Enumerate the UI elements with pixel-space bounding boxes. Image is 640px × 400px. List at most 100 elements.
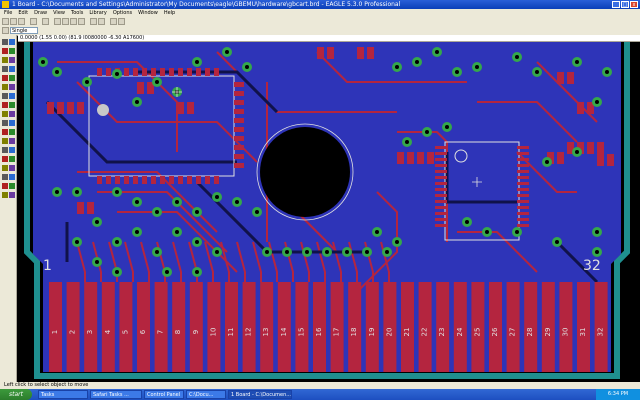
taskbar-item[interactable]: Safari Tasks ...: [90, 390, 142, 399]
taskbar-item-active[interactable]: 1 Board - C:\Documen...: [228, 390, 292, 399]
command-tool-icon[interactable]: [2, 165, 8, 171]
menu-library[interactable]: Library: [89, 9, 106, 17]
taskbar-item[interactable]: Control Panel: [144, 390, 184, 399]
undo-icon[interactable]: [90, 18, 97, 25]
command-tool-icon[interactable]: [9, 111, 15, 117]
stop-icon[interactable]: [110, 18, 117, 25]
edge-pad-number: 32: [597, 328, 605, 337]
via-drill: [305, 250, 309, 254]
command-tool-icon[interactable]: [9, 156, 15, 162]
pcb-layout[interactable]: 1 2 3 4 5 6 7 8 9 10 11 12 13 14 15 16 17 18 19 20 21 22 23 24 2…: [17, 42, 640, 382]
edge-pad-number: 8: [174, 330, 182, 334]
command-tool-icon[interactable]: [2, 57, 8, 63]
via-drill: [215, 250, 219, 254]
taskbar-item[interactable]: Tasks: [38, 390, 88, 399]
command-tool-icon[interactable]: [9, 138, 15, 144]
edge-pad-number: 30: [561, 328, 569, 337]
print-icon[interactable]: [18, 18, 25, 25]
via-drill: [95, 260, 99, 264]
via-drill: [155, 80, 159, 84]
command-tool-icon[interactable]: [9, 93, 15, 99]
via-drill: [605, 70, 609, 74]
eagle-app-icon: [2, 1, 9, 8]
command-tool-icon[interactable]: [9, 84, 15, 90]
command-tool-icon[interactable]: [2, 174, 8, 180]
via-drill: [545, 160, 549, 164]
start-button[interactable]: start: [0, 389, 32, 400]
ic-pin: [106, 68, 111, 76]
smd-pad: [597, 142, 604, 154]
command-tool-icon[interactable]: [9, 48, 15, 54]
minimize-button[interactable]: _: [612, 1, 620, 8]
redraw-icon[interactable]: [78, 18, 85, 25]
zoom-out-icon[interactable]: [70, 18, 77, 25]
edge-pad-number: 12: [245, 328, 253, 337]
ic-pin: [517, 224, 529, 227]
grid-select[interactable]: Single: [10, 27, 38, 34]
save-icon[interactable]: [10, 18, 17, 25]
board-canvas[interactable]: 1 2 3 4 5 6 7 8 9 10 11 12 13 14 15 16 17 18 19 20 21 22 23 24 2…: [17, 42, 640, 382]
go-icon[interactable]: [118, 18, 125, 25]
pin1-marker: [97, 104, 109, 116]
command-tool-icon[interactable]: [2, 156, 8, 162]
cam-icon[interactable]: [30, 18, 37, 25]
command-tool-icon[interactable]: [2, 39, 8, 45]
menu-options[interactable]: Options: [113, 9, 132, 17]
command-tool-icon[interactable]: [2, 93, 8, 99]
command-tool-icon[interactable]: [2, 84, 8, 90]
command-tool-icon[interactable]: [2, 111, 8, 117]
via-drill: [435, 50, 439, 54]
command-tool-icon[interactable]: [9, 192, 15, 198]
via-drill: [455, 70, 459, 74]
menu-tools[interactable]: Tools: [71, 9, 83, 17]
command-tool-icon[interactable]: [9, 102, 15, 108]
via-drill: [165, 270, 169, 274]
zoom-in-icon[interactable]: [62, 18, 69, 25]
command-tool-icon[interactable]: [9, 183, 15, 189]
menu-file[interactable]: File: [4, 9, 12, 17]
command-tool-icon[interactable]: [2, 75, 8, 81]
open-icon[interactable]: [2, 18, 9, 25]
command-tool-icon[interactable]: [2, 48, 8, 54]
command-tool-icon[interactable]: [9, 57, 15, 63]
command-tool-icon[interactable]: [9, 147, 15, 153]
ic-pin: [517, 170, 529, 173]
edge-pad: [295, 282, 309, 372]
command-tool-icon[interactable]: [2, 102, 8, 108]
command-tool-icon[interactable]: [2, 183, 8, 189]
close-button[interactable]: x: [630, 1, 638, 8]
edge-pad-number: 28: [526, 328, 534, 337]
menu-window[interactable]: Window: [138, 9, 158, 17]
via-drill: [405, 140, 409, 144]
board-icon[interactable]: [42, 18, 49, 25]
menu-draw[interactable]: Draw: [34, 9, 47, 17]
command-tool-icon[interactable]: [2, 147, 8, 153]
command-tool-icon[interactable]: [9, 174, 15, 180]
via-drill: [215, 195, 219, 199]
menu-help[interactable]: Help: [164, 9, 175, 17]
zoom-fit-icon[interactable]: [54, 18, 61, 25]
command-tool-icon[interactable]: [9, 129, 15, 135]
edge-pad-number: 13: [262, 328, 270, 337]
via-drill: [365, 250, 369, 254]
maximize-button[interactable]: □: [621, 1, 629, 8]
command-tool-icon[interactable]: [2, 138, 8, 144]
command-tool-icon[interactable]: [9, 66, 15, 72]
layer-icon[interactable]: [2, 27, 9, 34]
redo-icon[interactable]: [98, 18, 105, 25]
command-tool-icon[interactable]: [9, 165, 15, 171]
command-tool-icon[interactable]: [9, 75, 15, 81]
via-drill: [445, 125, 449, 129]
taskbar-item[interactable]: C:\Docu...: [186, 390, 226, 399]
command-tool-icon[interactable]: [2, 120, 8, 126]
menu-view[interactable]: View: [53, 9, 65, 17]
via-drill: [265, 250, 269, 254]
menu-edit[interactable]: Edit: [18, 9, 28, 17]
command-tool-icon[interactable]: [2, 66, 8, 72]
command-tool-icon[interactable]: [9, 120, 15, 126]
command-tool-icon[interactable]: [2, 129, 8, 135]
command-tool-icon[interactable]: [2, 192, 8, 198]
window-title: 1 Board - C:\Documents and Settings\Admi…: [12, 1, 401, 8]
command-tool-icon[interactable]: [9, 39, 15, 45]
smd-pad: [87, 202, 94, 214]
